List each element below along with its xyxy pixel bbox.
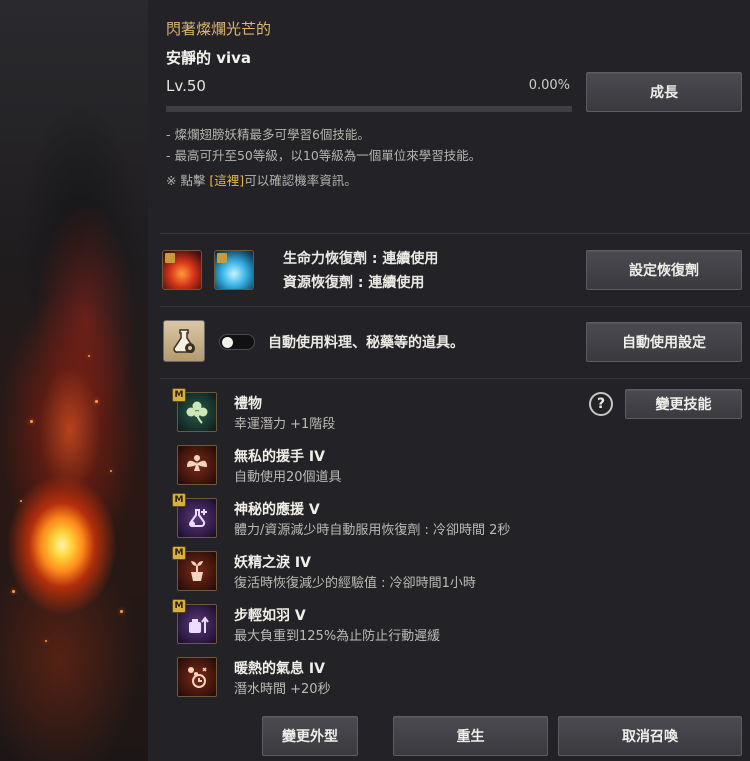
skill-name: 妖精之淚 IV (234, 555, 311, 571)
skill-name: 無私的援手 IV (234, 449, 325, 465)
skill-name: 步輕如羽 V (234, 608, 306, 624)
info-line-2: - 最高可升至50等級，以10等級為一個單位來學習技能。 (166, 148, 482, 163)
auto-use-toggle[interactable] (219, 334, 255, 350)
pet-name: 安靜的 viva (166, 49, 252, 67)
auto-use-settings-button[interactable]: 自動使用設定 (586, 322, 742, 362)
exp-progress-bar (166, 106, 572, 112)
info-line-3: ※ 點擊 [這裡]可以確認機率資訊。 (166, 170, 357, 189)
auto-use-item-icon (163, 320, 205, 362)
resource-potion-setting: 資源恢復劑 : 連續使用 (283, 275, 425, 291)
master-badge: M (172, 493, 186, 507)
auto-use-label: 自動使用料理、秘藥等的道具。 (268, 335, 464, 351)
change-skill-button[interactable]: 變更技能 (625, 389, 742, 419)
rebirth-button[interactable]: 重生 (393, 716, 548, 756)
skill-desc: 自動使用20個道具 (234, 470, 342, 485)
hp-potion-icon (162, 250, 202, 290)
divider (160, 306, 750, 307)
cancel-summon-button[interactable]: 取消召喚 (558, 716, 742, 756)
skill-desc: 復活時恢復減少的經驗值 : 冷卻時間1小時 (234, 576, 476, 591)
probability-info-link[interactable]: [這裡] (209, 173, 244, 188)
master-badge: M (172, 388, 186, 402)
change-look-button[interactable]: 變更外型 (262, 716, 358, 756)
pet-fire-artwork (0, 0, 148, 761)
divider (160, 233, 750, 234)
skill-desc: 最大負重到125%為止防止行動遲緩 (234, 629, 441, 644)
exp-percent: 0.00% (528, 78, 570, 93)
pet-title: 閃著燦爛光芒的 (166, 20, 272, 38)
help-icon[interactable]: ? (589, 392, 613, 416)
info-line-3-suffix: 可以確認機率資訊。 (244, 173, 357, 188)
hp-potion-setting: 生命力恢復劑 : 連續使用 (283, 251, 439, 267)
info-line-3-prefix: ※ 點擊 (166, 173, 210, 188)
master-badge: M (172, 599, 186, 613)
skill-desc: 潛水時間 +20秒 (234, 682, 331, 697)
pet-panel (148, 0, 750, 761)
pet-level: Lv.50 (166, 77, 206, 95)
skill-name: 禮物 (234, 396, 262, 412)
master-badge: M (172, 546, 186, 560)
resource-potion-icon (214, 250, 254, 290)
skill-name: 暖熱的氣息 IV (234, 661, 325, 677)
skill-desc: 體力/資源減少時自動服用恢復劑 : 冷卻時間 2秒 (234, 523, 511, 538)
set-potion-button[interactable]: 設定恢復劑 (586, 250, 742, 290)
skill-desc: 幸運潛力 +1階段 (234, 417, 336, 432)
breath-timer-icon (177, 657, 217, 697)
info-line-1: - 燦爛翅膀妖精最多可學習6個技能。 (166, 127, 370, 142)
toggle-knob (222, 337, 233, 348)
fairy-icon (177, 445, 217, 485)
skill-name: 神秘的應援 V (234, 502, 320, 518)
grow-button[interactable]: 成長 (586, 72, 742, 112)
divider (160, 378, 750, 379)
